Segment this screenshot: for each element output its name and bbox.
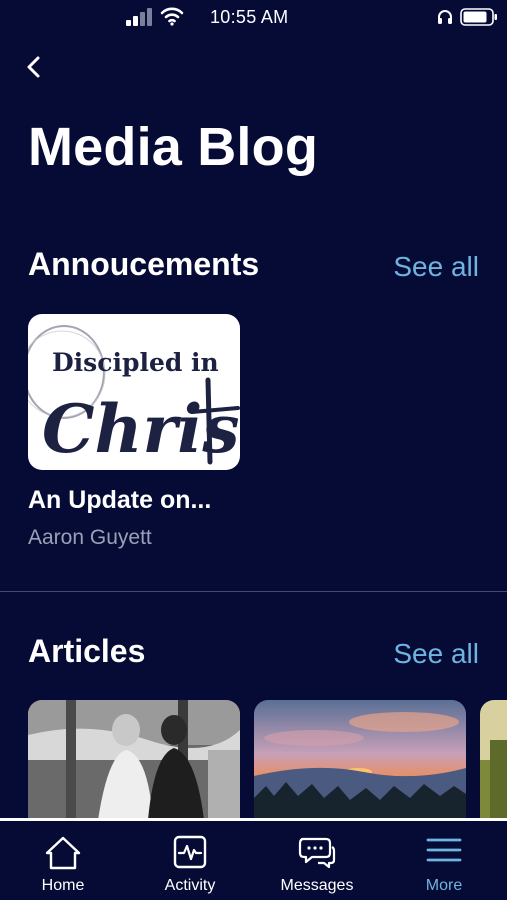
tab-label-messages: Messages — [280, 877, 354, 894]
article-thumbnail-sunset[interactable] — [254, 700, 466, 820]
logo-text-top: Discipled in — [52, 348, 219, 377]
page-title: Media Blog — [28, 117, 319, 177]
announcement-title[interactable]: An Update on... — [28, 486, 211, 515]
cellular-signal-icon — [126, 8, 154, 26]
section-divider — [0, 591, 507, 592]
home-icon — [45, 836, 81, 870]
articles-see-all-link[interactable]: See all — [393, 638, 479, 670]
tab-bar: Home Activity Messages More — [0, 818, 507, 900]
discipled-in-christ-logo: Discipled in Christ — [28, 325, 240, 468]
tab-label-more: More — [425, 877, 463, 894]
tab-label-home: Home — [41, 877, 85, 894]
announcement-author: Aaron Guyett — [28, 526, 152, 549]
back-chevron-icon[interactable] — [22, 52, 48, 82]
tab-label-activity: Activity — [164, 877, 216, 894]
announcements-section-title: Annoucements — [28, 246, 260, 282]
headphones-icon — [438, 10, 452, 24]
tab-messages[interactable]: Messages — [262, 821, 372, 900]
tab-home[interactable]: Home — [8, 821, 118, 900]
menu-icon — [426, 838, 462, 862]
messages-icon — [298, 837, 336, 869]
status-bar: 10:55 AM — [0, 0, 507, 36]
wifi-icon — [160, 7, 184, 26]
articles-section-title: Articles — [28, 633, 146, 669]
article-thumbnail-wedding[interactable] — [28, 700, 240, 820]
announcements-see-all-link[interactable]: See all — [393, 251, 479, 283]
status-time: 10:55 AM — [210, 7, 289, 27]
tab-more[interactable]: More — [389, 821, 499, 900]
activity-icon — [173, 835, 207, 869]
tab-activity[interactable]: Activity — [135, 821, 245, 900]
announcement-card-image[interactable]: Discipled in Christ — [28, 314, 240, 470]
battery-icon — [460, 8, 497, 26]
article-thumbnail-partial[interactable] — [480, 700, 507, 820]
